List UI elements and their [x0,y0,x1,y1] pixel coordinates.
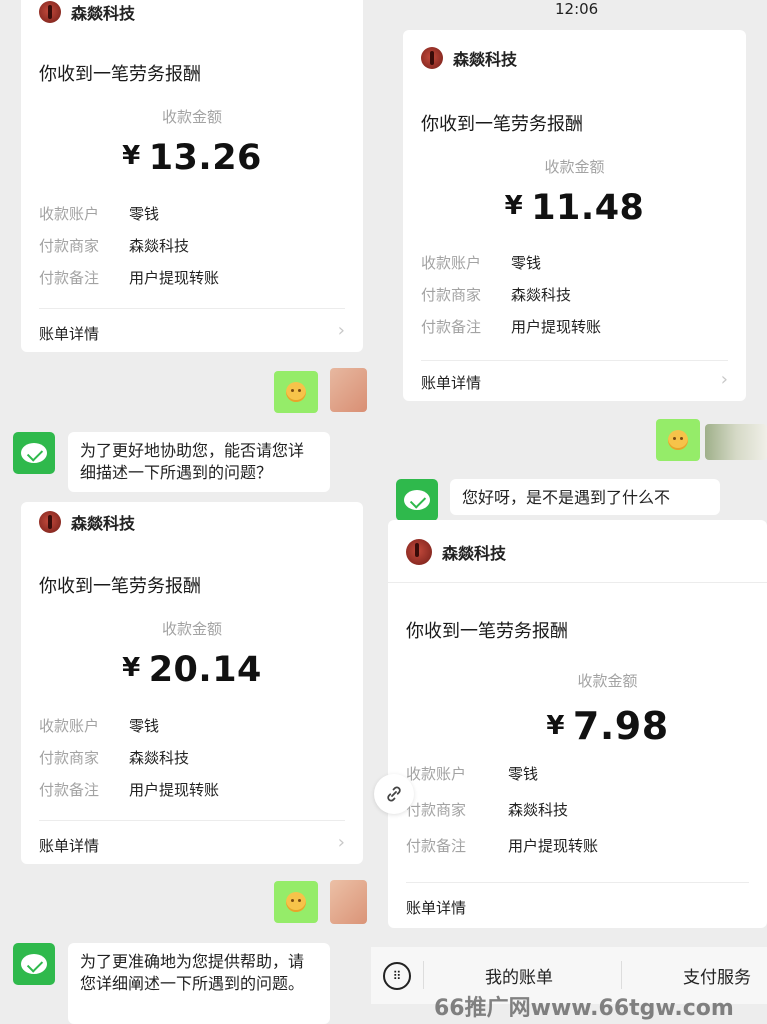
bill-detail-link[interactable]: 账单详情 [39,323,99,344]
divider [388,582,767,583]
merchant-logo-icon [406,539,432,565]
wechat-pay-icon[interactable] [13,432,55,474]
merchant-logo-icon [39,511,61,533]
bill-detail-link[interactable]: 账单详情 [421,372,481,393]
field-row: 收款账户 零钱 [406,765,539,783]
link-icon[interactable] [374,774,414,814]
chevron-right-icon: › [337,832,345,853]
merchant-header: 森燚科技 [421,46,517,70]
emoji-face-icon [286,382,306,402]
sticker-message[interactable] [274,371,318,413]
chevron-right-icon: › [337,320,345,341]
field-row: 付款备注 用户提现转账 [39,781,220,799]
reply-message: 您好呀，是不是遇到了什么不 [450,479,720,515]
field-row: 收款账户 零钱 [421,254,542,272]
divider [39,820,345,821]
avatar[interactable] [705,424,767,460]
divider [421,360,728,361]
payment-card[interactable]: 森燚科技 你收到一笔劳务报酬 收款金额 ¥7.98 收款账户 零钱 付款商家 森燚科… [388,520,767,928]
field-row: 收款账户 零钱 [39,717,160,735]
reply-message: 为了更好地协助您，能否请您详细描述一下所遇到的问题？ [68,432,330,492]
payment-card[interactable]: 森燚科技 你收到一笔劳务报酬 收款金额 ¥13.26 收款账户 零钱 付款商家 森燚… [21,0,363,352]
field-row: 付款备注 用户提现转账 [406,837,599,855]
keyboard-icon[interactable]: ⠿ [383,961,411,990]
card-title: 你收到一笔劳务报酬 [39,576,201,597]
field-row: 付款商家 森燚科技 [406,801,569,819]
field-row: 付款商家 森燚科技 [39,749,190,767]
field-row: 付款商家 森燚科技 [421,286,572,304]
amount-value: ¥13.26 [122,138,262,178]
chevron-right-icon: › [720,369,728,390]
card-title: 你收到一笔劳务报酬 [421,114,583,135]
merchant-name: 森燚科技 [71,514,136,533]
bill-detail-link[interactable]: 账单详情 [39,835,99,856]
merchant-logo-icon [421,47,443,69]
merchant-header: 森燚科技 [39,0,135,24]
sticker-message[interactable] [274,881,318,923]
wechat-pay-icon[interactable] [396,479,438,521]
emoji-face-icon [286,892,306,912]
merchant-header: 森燚科技 [39,510,135,534]
sticker-message[interactable] [656,419,700,461]
reply-message: 为了更准确地为您提供帮助，请您详细阐述一下所遇到的问题。 [68,943,330,1024]
field-row: 付款备注 用户提现转账 [39,269,220,287]
divider [39,308,345,309]
field-row: 收款账户 零钱 [39,205,160,223]
divider [423,961,424,989]
amount-label: 收款金额 [577,672,638,690]
menu-my-bills[interactable]: 我的账单 [485,963,553,988]
card-title: 你收到一笔劳务报酬 [39,64,201,85]
payment-card[interactable]: 森燚科技 你收到一笔劳务报酬 收款金额 ¥11.48 收款账户 零钱 付款商家 森燚… [403,30,746,401]
payment-card[interactable]: 森燚科技 你收到一笔劳务报酬 收款金额 ¥20.14 收款账户 零钱 付款商家 森燚… [21,502,363,864]
menu-pay-service[interactable]: 支付服务 [683,963,751,988]
amount-value: ¥20.14 [122,650,262,690]
divider [621,961,622,989]
bill-detail-link[interactable]: 账单详情 [406,897,466,918]
amount-label: 收款金额 [161,108,222,126]
status-time: 12:06 [555,0,599,18]
avatar[interactable] [330,880,367,924]
merchant-header: 森燚科技 [406,539,506,565]
link-glyph-icon [387,786,401,802]
amount-label: 收款金额 [544,158,605,176]
avatar[interactable] [330,368,367,412]
field-row: 付款商家 森燚科技 [39,237,190,255]
divider [406,882,749,883]
card-title: 你收到一笔劳务报酬 [406,621,568,642]
watermark-text: 66推广网www.66tgw.com [434,996,734,1021]
amount-label: 收款金额 [161,620,222,638]
merchant-logo-icon [39,1,61,23]
amount-value: ¥11.48 [504,188,645,228]
merchant-name: 森燚科技 [453,50,518,69]
wechat-pay-icon[interactable] [13,943,55,985]
emoji-face-icon [668,430,688,450]
merchant-name: 森燚科技 [442,544,507,563]
field-row: 付款备注 用户提现转账 [421,318,602,336]
merchant-name: 森燚科技 [71,4,136,23]
amount-value: ¥7.98 [546,704,669,748]
